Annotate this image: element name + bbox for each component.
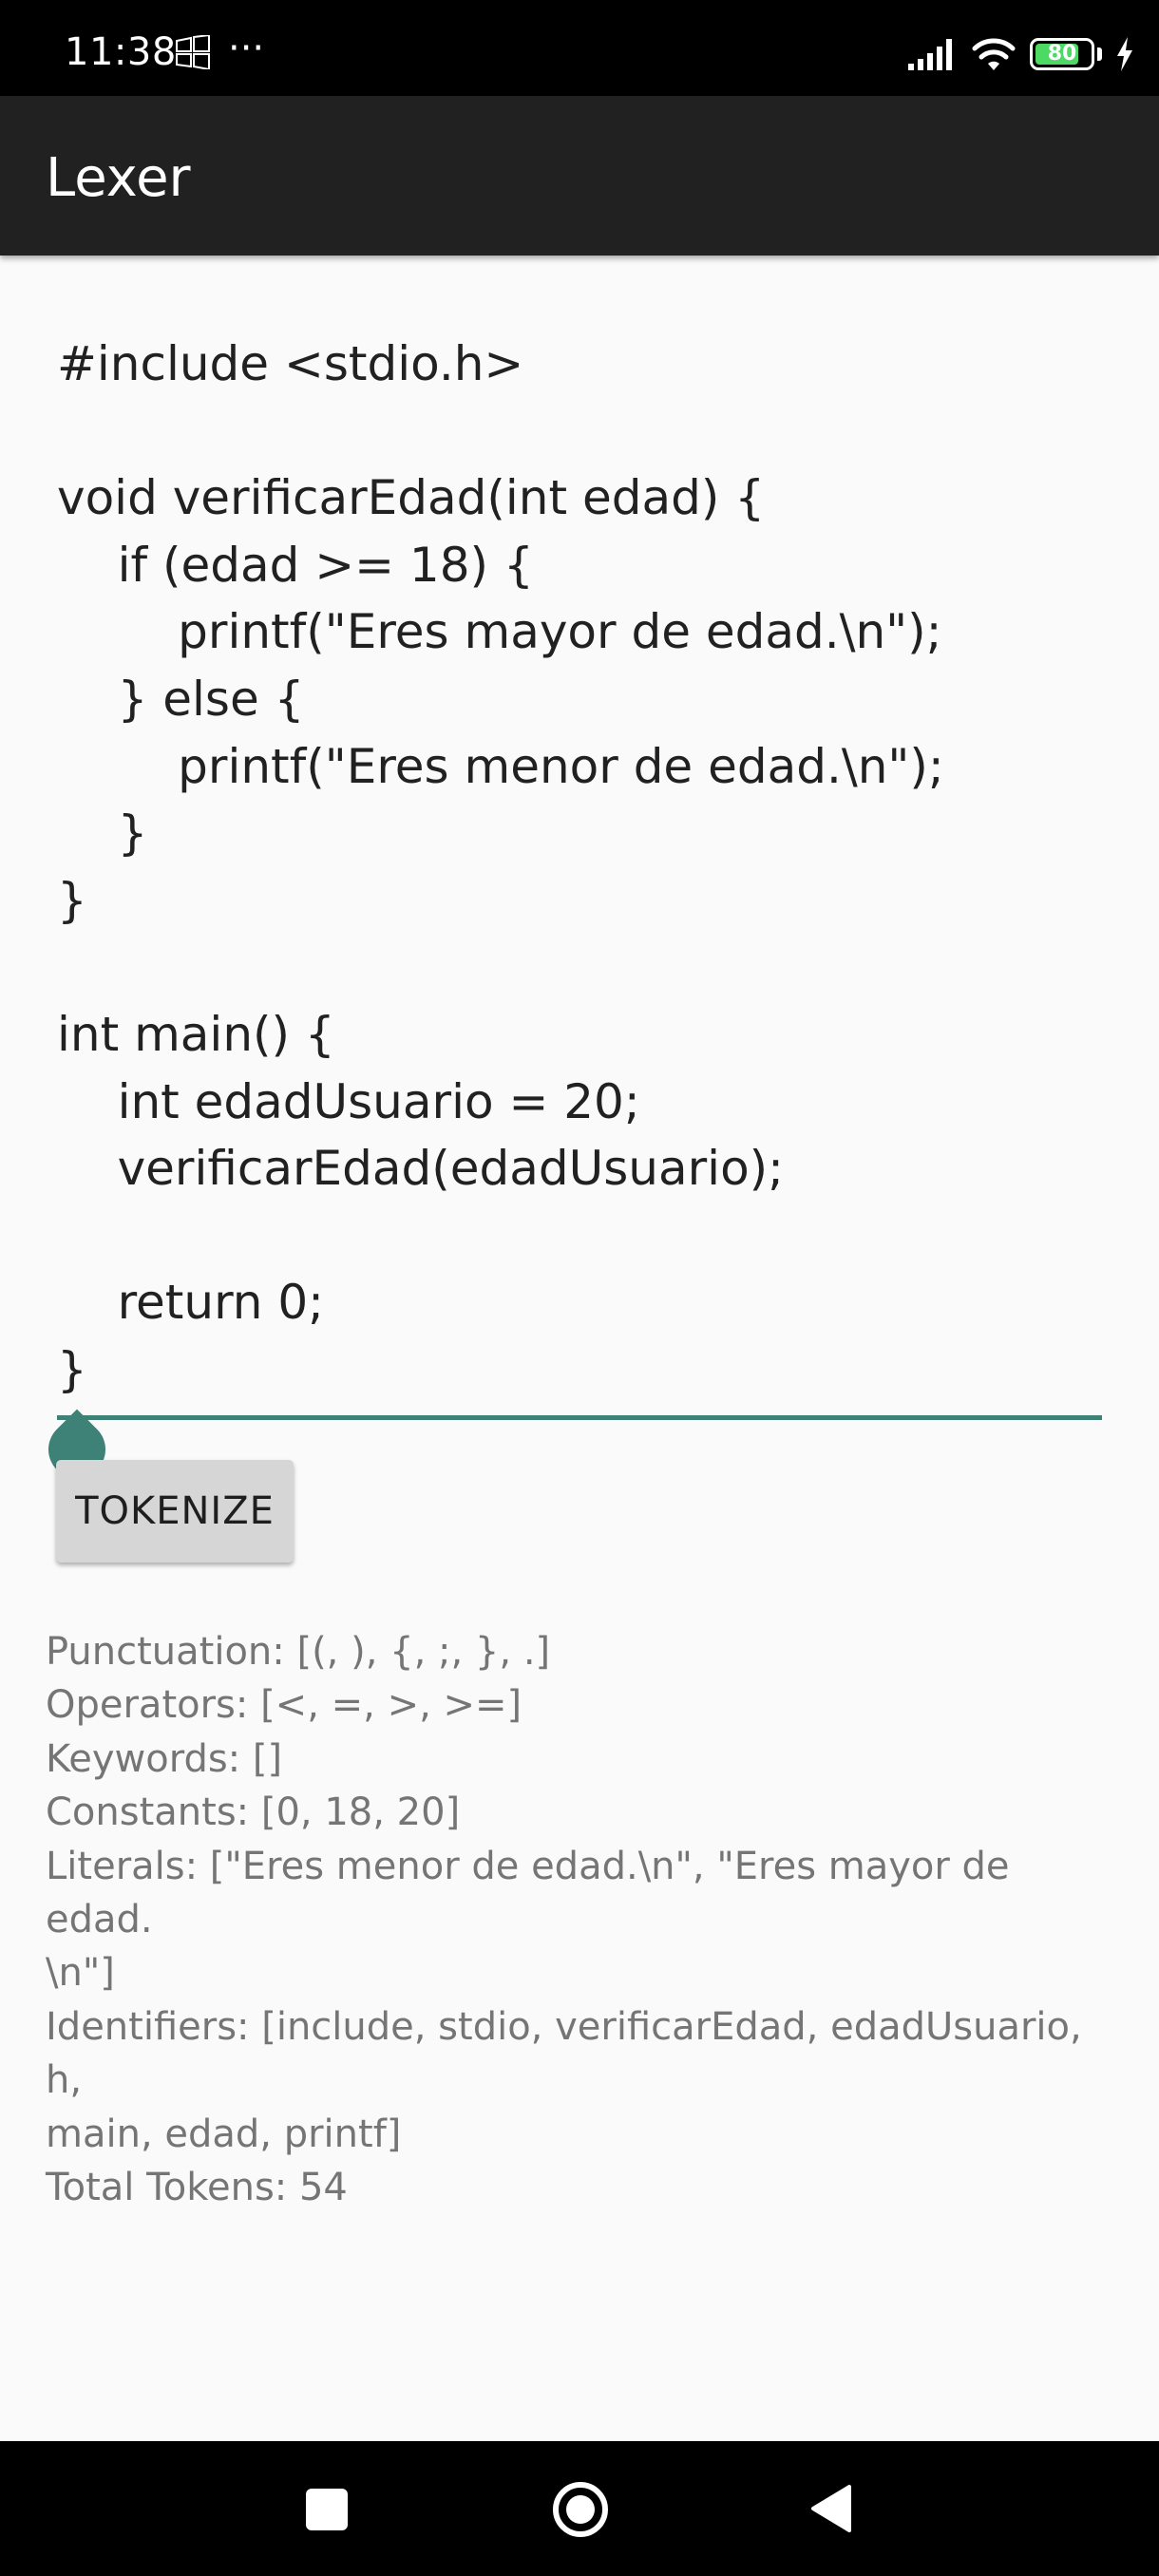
code-input[interactable]: #include <stdio.h> void verificarEdad(int… [57, 331, 1102, 1404]
code-line: printf("Eres menor de edad.\n"); [57, 738, 944, 794]
identifiers-result-continued: main, edad, printf] [46, 2112, 402, 2156]
battery-cap [1097, 47, 1102, 61]
code-line: } else { [57, 671, 305, 727]
literals-result: Literals: ["Eres menor de edad.\n", "Ere… [46, 1844, 1010, 1942]
operators-result: Operators: [<, =, >, >=] [46, 1683, 522, 1728]
app-bar: Lexer [0, 96, 1159, 256]
code-line: } [57, 1341, 87, 1397]
code-line: void verificarEdad(int edad) { [57, 470, 766, 526]
code-line: } [57, 872, 87, 928]
battery-level: 80 [1047, 42, 1077, 66]
code-line: int edadUsuario = 20; [57, 1073, 640, 1129]
code-line: #include <stdio.h> [57, 336, 524, 391]
code-line: if (edad >= 18) { [57, 537, 534, 593]
total-tokens: Total Tokens: 54 [46, 2166, 348, 2210]
tokenize-button[interactable]: TOKENIZE [56, 1460, 294, 1563]
windows-notification-icon [176, 35, 210, 69]
token-results: Punctuation: [(, ), {, ;, }, .] Operator… [46, 1625, 1119, 2214]
more-notifications-icon: ··· [228, 27, 265, 70]
status-bar: 11:38 ··· 80 [0, 0, 1159, 96]
signal-icon [908, 39, 952, 70]
charging-icon [1117, 37, 1132, 71]
code-line: return 0; [57, 1275, 325, 1331]
constants-result: Constants: [0, 18, 20] [46, 1790, 461, 1835]
status-time: 11:38 [65, 30, 177, 74]
battery-icon: 80 [1030, 38, 1094, 70]
recent-apps-button[interactable] [306, 2489, 348, 2530]
app-title: Lexer [46, 147, 191, 209]
status-icons: 80 [906, 34, 1134, 74]
literals-result-continued: \n"] [46, 1951, 115, 1996]
wifi-icon [972, 38, 1016, 70]
code-line: printf("Eres mayor de edad.\n"); [57, 604, 942, 660]
code-line: int main() { [57, 1006, 335, 1062]
punctuation-result: Punctuation: [(, ), {, ;, }, .] [46, 1630, 551, 1674]
code-line: verificarEdad(edadUsuario); [57, 1141, 785, 1197]
input-underline [57, 1415, 1102, 1420]
identifiers-result: Identifiers: [include, stdio, verificarE… [46, 2004, 1082, 2103]
home-button[interactable] [552, 2481, 609, 2538]
back-button[interactable] [809, 2483, 853, 2534]
navigation-bar [0, 2441, 1159, 2576]
code-line: } [57, 805, 148, 862]
keywords-result: Keywords: [] [46, 1736, 283, 1781]
